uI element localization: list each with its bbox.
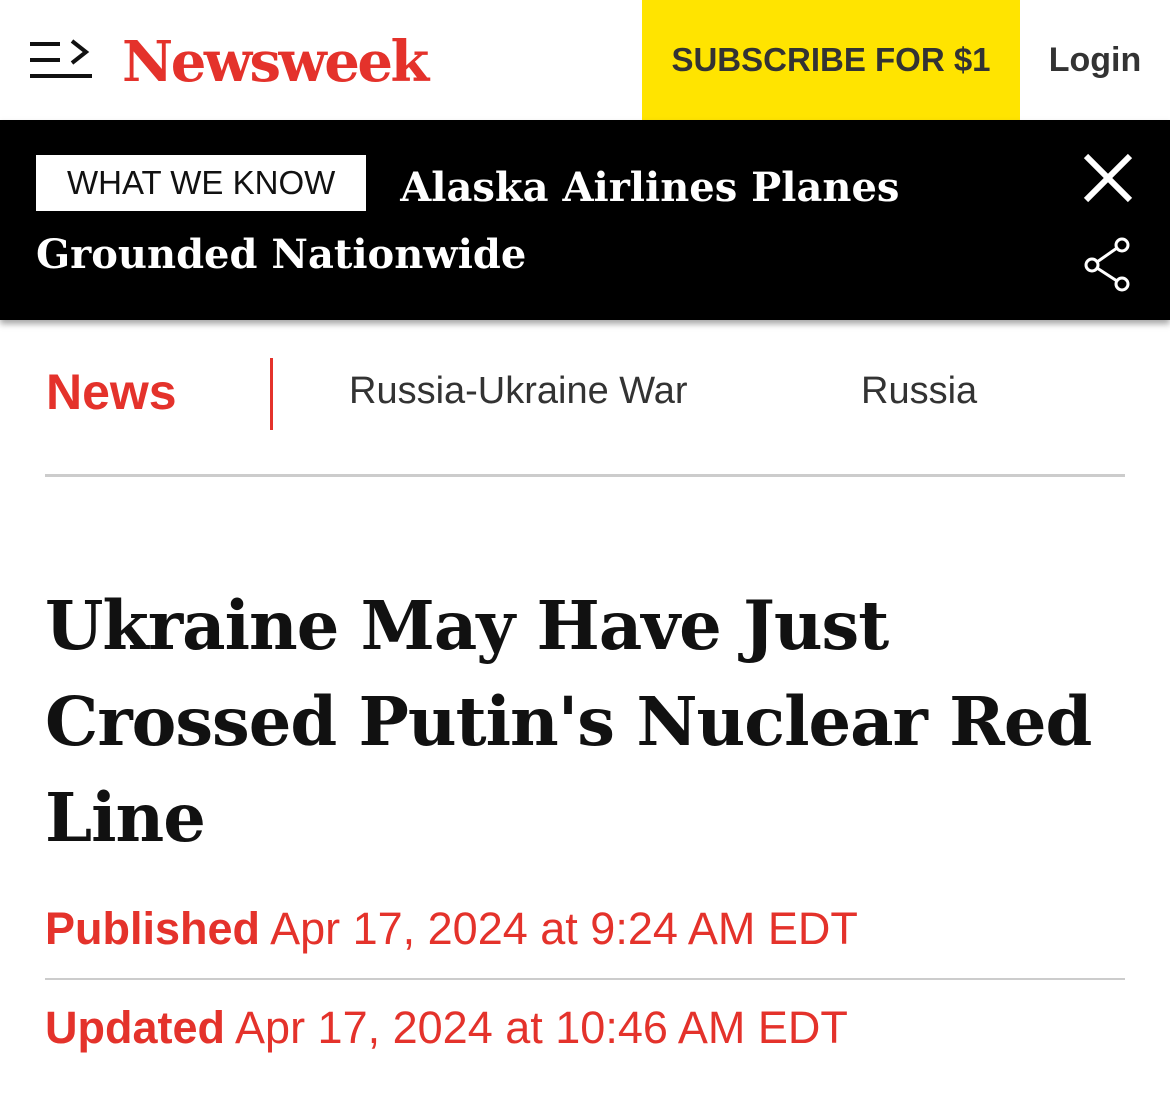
- nav-link-russia-ukraine-war[interactable]: Russia-Ukraine War: [349, 366, 688, 416]
- published-dateline: Published Apr 17, 2024 at 9:24 AM EDT: [45, 899, 858, 959]
- nav-section-news[interactable]: News: [46, 362, 177, 422]
- breaking-news-banner: WHAT WE KNOW Alaska Airlines Planes Groun…: [0, 120, 1170, 320]
- published-date: Apr 17, 2024 at 9:24 AM EDT: [270, 903, 858, 954]
- close-icon: [1083, 153, 1133, 203]
- share-icon: [1084, 237, 1130, 292]
- updated-date: Apr 17, 2024 at 10:46 AM EDT: [235, 1002, 848, 1053]
- updated-label: Updated: [45, 1002, 225, 1053]
- share-banner-button[interactable]: [1082, 236, 1134, 292]
- site-header: Newsweek SUBSCRIBE FOR $1 Login: [0, 0, 1170, 120]
- nav-link-russia[interactable]: Russia: [861, 366, 977, 416]
- menu-arrow-icon: [30, 39, 92, 78]
- login-button[interactable]: Login: [1020, 0, 1170, 120]
- dateline-divider: [45, 978, 1125, 980]
- nav-divider: [270, 358, 273, 430]
- newsweek-logo[interactable]: Newsweek: [122, 22, 429, 102]
- updated-dateline: Updated Apr 17, 2024 at 10:46 AM EDT: [45, 998, 848, 1058]
- close-banner-button[interactable]: [1082, 152, 1134, 204]
- section-divider: [45, 474, 1125, 477]
- article-headline: Ukraine May Have Just Crossed Putin's Nu…: [45, 586, 1092, 857]
- published-label: Published: [45, 903, 261, 954]
- menu-button[interactable]: [24, 34, 96, 86]
- subscribe-button[interactable]: SUBSCRIBE FOR $1: [642, 0, 1020, 120]
- what-we-know-badge: WHAT WE KNOW: [36, 155, 367, 211]
- section-nav: News Russia-Ukraine War Russia: [46, 352, 1126, 432]
- banner-content: WHAT WE KNOW Alaska Airlines Planes Groun…: [36, 154, 1056, 288]
